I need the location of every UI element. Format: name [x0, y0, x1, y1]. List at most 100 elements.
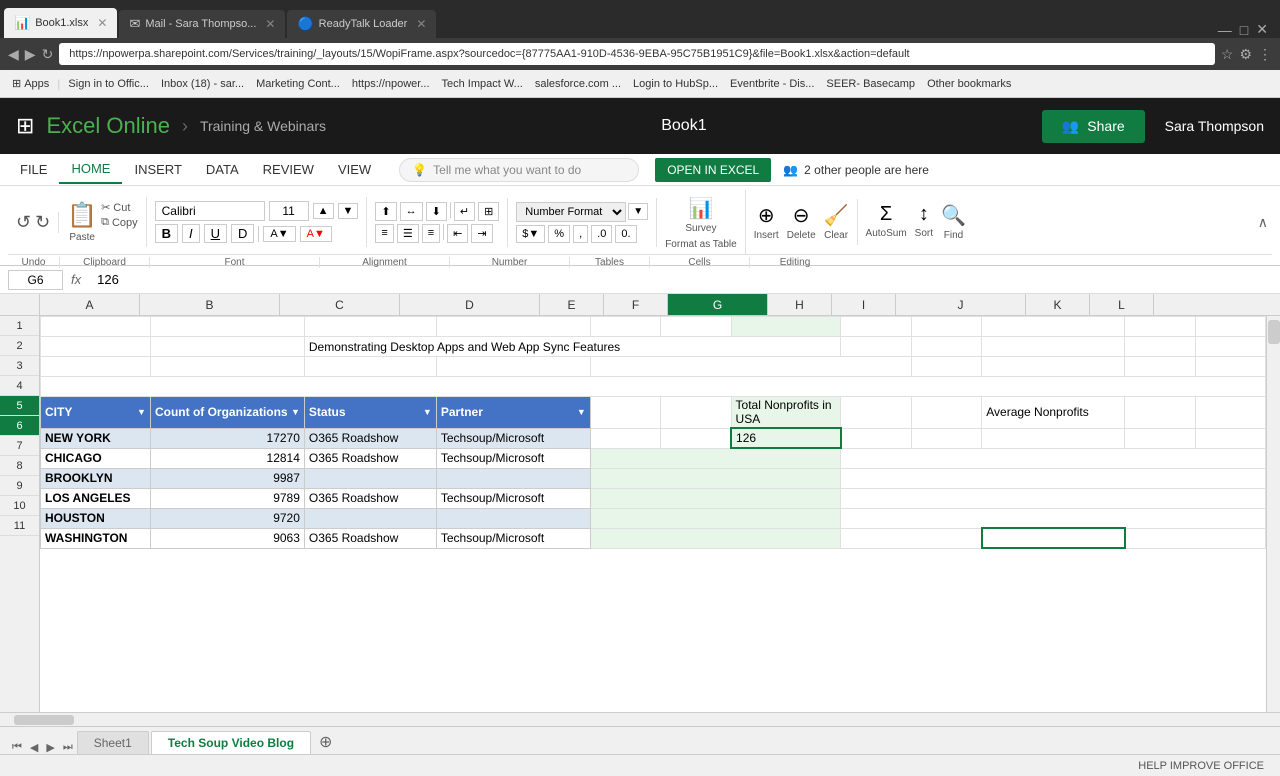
cell-J3[interactable] [982, 357, 1125, 377]
sheet-nav-next[interactable]: ▶ [42, 741, 58, 754]
tell-me-box[interactable]: 💡 Tell me what you want to do [399, 158, 639, 182]
bookmark-hubspot[interactable]: Login to HubSp... [629, 76, 722, 92]
cell-J1[interactable] [982, 317, 1125, 337]
col-header-K[interactable]: K [1026, 294, 1090, 315]
browser-tab-mail[interactable]: ✉ Mail - Sara Thompso... ✕ [119, 10, 285, 38]
cell-G6-active[interactable]: 126 [731, 428, 841, 448]
menu-item-review[interactable]: REVIEW [251, 156, 326, 183]
sheet-nav-last[interactable]: ⏭ [59, 741, 77, 754]
insert-cell-button[interactable]: ⊕ Insert [754, 203, 779, 241]
row-header-11[interactable]: 11 [0, 516, 39, 536]
font-color-button[interactable]: A▼ [300, 226, 332, 242]
col-header-H[interactable]: H [768, 294, 832, 315]
bookmark-marketing[interactable]: Marketing Cont... [252, 76, 344, 92]
col-header-B[interactable]: B [140, 294, 280, 315]
cell-J6[interactable] [982, 428, 1125, 448]
align-middle-button[interactable]: ↔ [400, 202, 423, 221]
add-sheet-button[interactable]: ⊕ [313, 730, 338, 754]
sort-button[interactable]: ↕ Sort [915, 203, 933, 241]
cell-C11[interactable]: O365 Roadshow [304, 528, 436, 548]
cell-A7[interactable]: CHICAGO [41, 448, 151, 468]
sheet-tab-techsoup[interactable]: Tech Soup Video Blog [151, 731, 311, 754]
cell-A3[interactable] [41, 357, 151, 377]
row-header-2[interactable]: 2 [0, 336, 39, 356]
bookmark-eventbrite[interactable]: Eventbrite - Dis... [726, 76, 818, 92]
waffle-icon[interactable]: ⊞ [16, 113, 34, 139]
cell-D6[interactable]: Techsoup/Microsoft [436, 428, 590, 448]
cell-I1[interactable] [911, 317, 981, 337]
cell-A8[interactable]: BROOKLYN [41, 468, 151, 488]
align-left-button[interactable]: ≡ [375, 224, 393, 243]
bookmark-inbox[interactable]: Inbox (18) - sar... [157, 76, 248, 92]
cell-K3[interactable] [1125, 357, 1195, 377]
find-button[interactable]: 🔍 Find [941, 203, 966, 241]
cell-name-box[interactable] [8, 270, 63, 290]
cell-L2[interactable] [1195, 337, 1265, 357]
row-header-6[interactable]: 6 [0, 416, 39, 436]
cell-I5[interactable] [911, 397, 981, 429]
cell-B11[interactable]: 9063 [150, 528, 304, 548]
cell-B1[interactable] [150, 317, 304, 337]
undo-button[interactable]: ↺ [16, 212, 31, 233]
cell-H5[interactable] [841, 397, 911, 429]
cell-H1[interactable] [841, 317, 911, 337]
close-icon[interactable]: ✕ [416, 17, 426, 31]
row-header-4[interactable]: 4 [0, 376, 39, 396]
cell-B9[interactable]: 9789 [150, 488, 304, 508]
percent-button[interactable]: % [548, 225, 570, 243]
menu-item-data[interactable]: DATA [194, 156, 251, 183]
row-header-3[interactable]: 3 [0, 356, 39, 376]
underline-button[interactable]: U [204, 224, 227, 243]
cell-C9[interactable]: O365 Roadshow [304, 488, 436, 508]
menu-item-insert[interactable]: INSERT [122, 156, 193, 183]
cell-L3[interactable] [1195, 357, 1265, 377]
paste-button[interactable]: 📋 Paste [67, 201, 97, 243]
user-info[interactable]: Sara Thompson [1165, 118, 1264, 134]
bookmark-npower[interactable]: https://npower... [348, 76, 434, 92]
address-bar[interactable]: https://npowerpa.sharepoint.com/Services… [59, 43, 1215, 65]
cell-A6[interactable]: NEW YORK [41, 428, 151, 448]
cell-I3[interactable] [911, 357, 981, 377]
col-header-J[interactable]: J [896, 294, 1026, 315]
cell-K5[interactable] [1125, 397, 1195, 429]
bookmark-apps[interactable]: ⊞ Apps [8, 75, 53, 92]
menu-icon[interactable]: ⋮ [1258, 46, 1272, 63]
cell-A9[interactable]: LOS ANGELES [41, 488, 151, 508]
align-center-button[interactable]: ☰ [397, 224, 419, 243]
number-format-arrow[interactable]: ▼ [628, 203, 648, 220]
close-icon[interactable]: ✕ [265, 17, 275, 31]
cell-A11[interactable]: WASHINGTON [41, 528, 151, 548]
sheet-nav-prev[interactable]: ◀ [26, 741, 42, 754]
close-icon[interactable]: ✕ [97, 16, 107, 30]
col-header-A[interactable]: A [40, 294, 140, 315]
cell-A10[interactable]: HOUSTON [41, 508, 151, 528]
cell-E5[interactable] [590, 397, 660, 429]
sheet-nav-first[interactable]: ⏮ [8, 741, 26, 754]
font-name-input[interactable] [155, 201, 265, 221]
cell-A2[interactable] [41, 337, 151, 357]
row-header-7[interactable]: 7 [0, 436, 39, 456]
cell-A1[interactable] [41, 317, 151, 337]
format-as-table-button[interactable]: Format as Table [665, 239, 737, 250]
comma-button[interactable]: , [573, 225, 588, 243]
cell-D1[interactable] [436, 317, 590, 337]
cell-B10[interactable]: 9720 [150, 508, 304, 528]
cell-G1[interactable] [731, 317, 841, 337]
decrease-font-button[interactable]: ▲ [313, 203, 334, 219]
cell-H2[interactable] [841, 337, 911, 357]
menu-item-file[interactable]: FILE [8, 156, 59, 183]
cell-E6[interactable] [590, 428, 660, 448]
open-in-excel-button[interactable]: OPEN IN EXCEL [655, 158, 771, 182]
cell-C10[interactable] [304, 508, 436, 528]
cell-C1[interactable] [304, 317, 436, 337]
maximize-icon[interactable]: □ [1240, 22, 1248, 38]
align-top-button[interactable]: ⬆ [375, 202, 396, 221]
bookmark-techimpact[interactable]: Tech Impact W... [438, 76, 527, 92]
clear-button[interactable]: 🧹 Clear [824, 203, 849, 241]
wrap-text-button[interactable]: ↵ [454, 202, 475, 221]
cut-button[interactable]: ✂ Cut [101, 201, 138, 214]
cell-J2[interactable] [982, 337, 1125, 357]
cell-L6[interactable] [1195, 428, 1265, 448]
cell-B5-count-header[interactable]: Count of Organizations ▼ [150, 397, 304, 429]
cell-K6[interactable] [1125, 428, 1195, 448]
